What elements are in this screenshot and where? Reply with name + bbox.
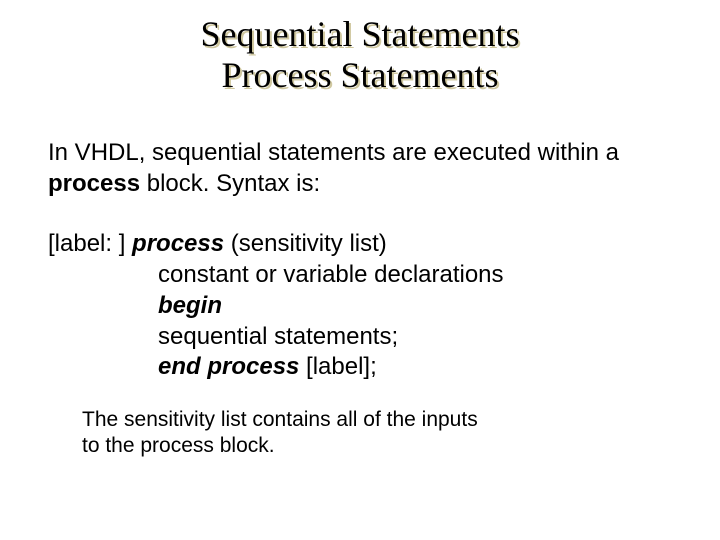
intro-paragraph: In VHDL, sequential statements are execu… [48,138,672,199]
syntax-line-2: constant or variable declarations [48,260,672,291]
intro-text-post: block. Syntax is: [140,170,320,197]
syntax-line-4: sequential statements; [48,322,672,353]
syntax-begin-keyword: begin [158,292,222,319]
syntax-sens-list: (sensitivity list) [224,230,387,257]
slide: Sequential Statements Process Statements… [0,0,720,540]
note-line-1: The sensitivity list contains all of the… [82,407,672,433]
syntax-process-keyword: process [132,230,224,257]
slide-title: Sequential Statements Process Statements [0,0,720,97]
title-line-2: Process Statements [0,55,720,96]
note-paragraph: The sensitivity list contains all of the… [48,407,672,460]
syntax-block: [label: ] process (sensitivity list) con… [48,229,672,383]
syntax-end-label: [label]; [299,353,376,380]
syntax-end-process-keyword: end process [158,353,299,380]
intro-text-pre: In VHDL, sequential statements are execu… [48,139,619,166]
note-line-2: to the process block. [82,433,672,459]
syntax-line-3: begin [48,291,672,322]
intro-bold-process: process [48,170,140,197]
title-line-1: Sequential Statements [0,14,720,55]
syntax-line-1: [label: ] process (sensitivity list) [48,229,672,260]
slide-body: In VHDL, sequential statements are execu… [48,138,672,460]
syntax-line-5: end process [label]; [48,352,672,383]
syntax-label: [label: ] [48,230,132,257]
